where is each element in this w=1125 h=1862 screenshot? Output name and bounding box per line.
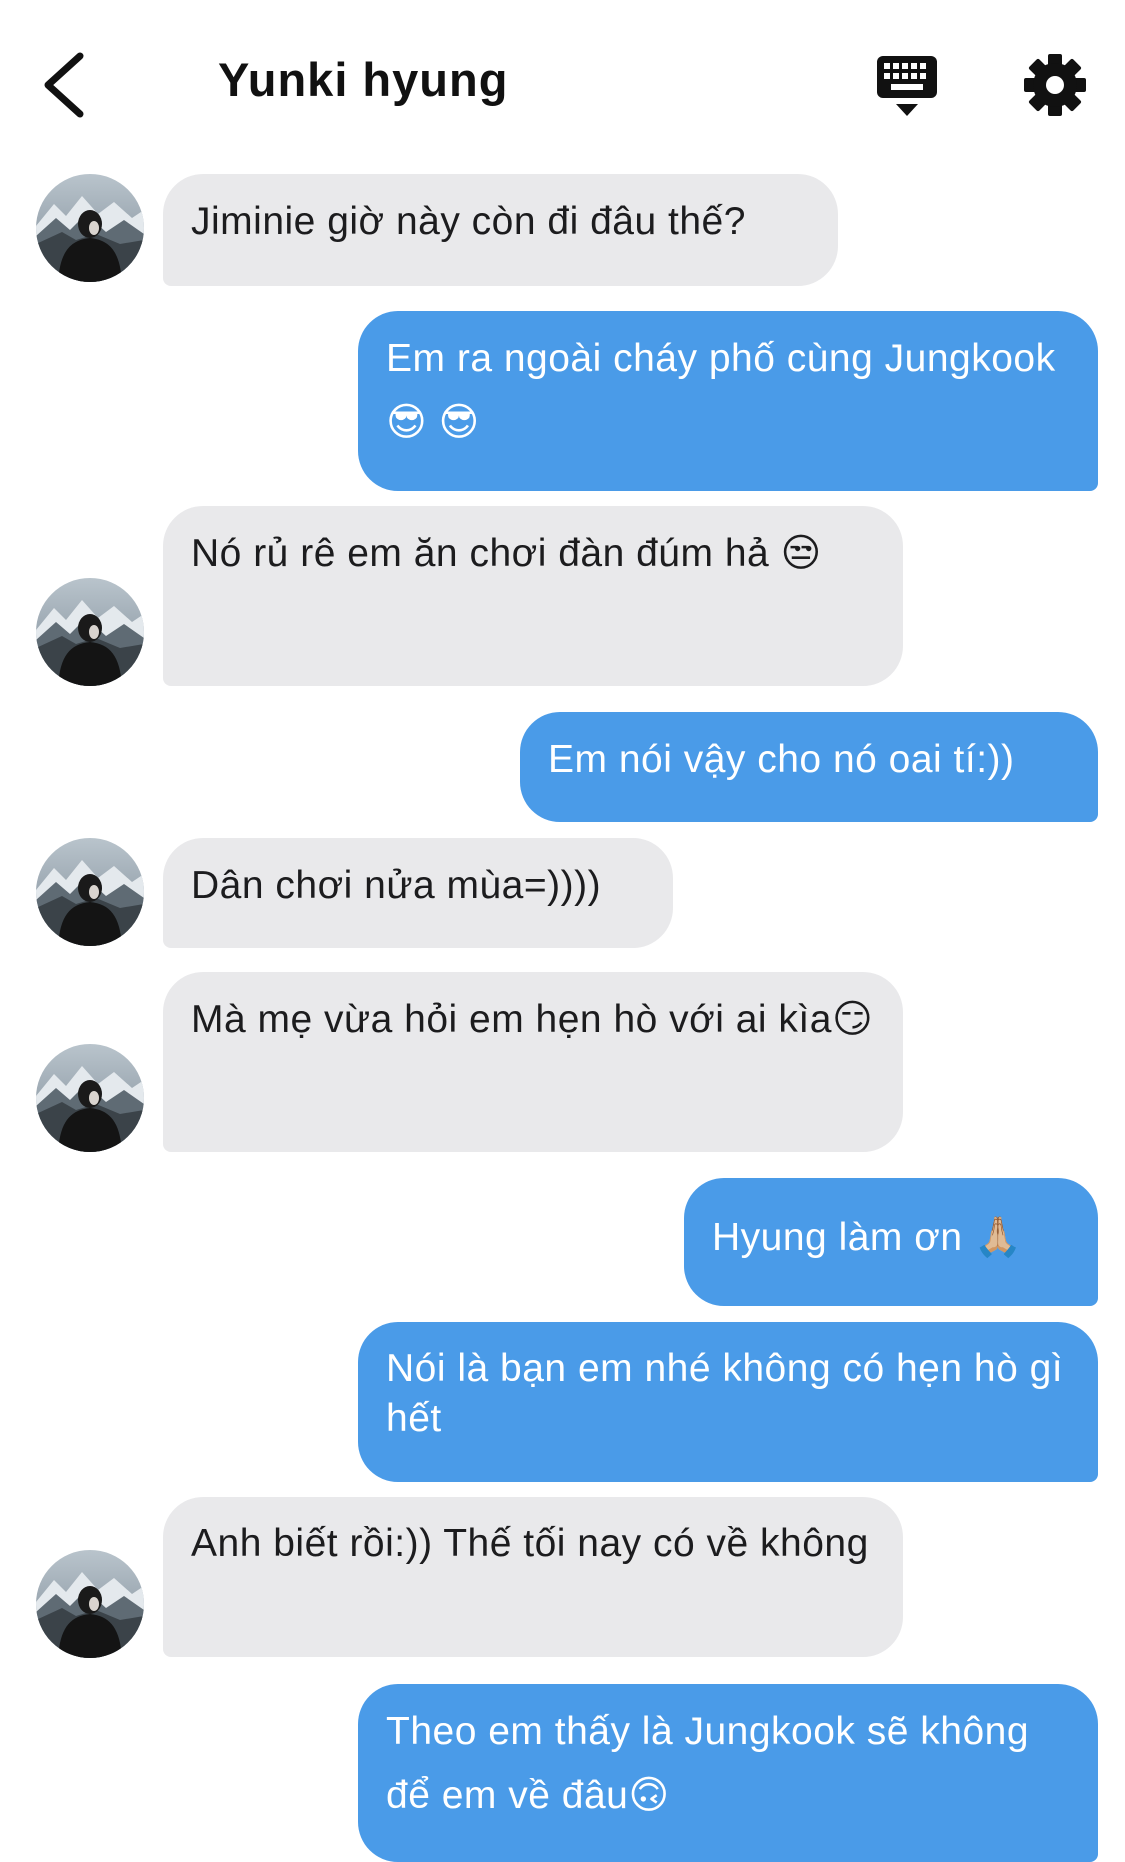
contact-avatar[interactable]	[36, 578, 144, 686]
incoming-message-bubble: Jiminie giờ này còn đi đâu thế?	[163, 174, 838, 286]
outgoing-message-bubble: Hyung làm ơn 🙏🏼	[684, 1178, 1098, 1306]
incoming-message-bubble: Anh biết rồi:)) Thế tối nay có về không	[163, 1497, 903, 1657]
chat-header: Yunki hyung	[0, 0, 1125, 165]
incoming-message-bubble: Dân chơi nửa mùa=))))	[163, 838, 673, 948]
chevron-left-icon	[44, 52, 84, 118]
outgoing-message-bubble: Em nói vậy cho nó oai tí:))	[520, 712, 1098, 822]
conversation-title: Yunki hyung	[218, 53, 509, 106]
outgoing-message-bubble: Em ra ngoài cháy phố cùng Jungkook😎 😎	[358, 311, 1098, 491]
contact-avatar[interactable]	[36, 1044, 144, 1152]
outgoing-message-bubble: Theo em thấy là Jungkook sẽ không để em …	[358, 1684, 1098, 1862]
contact-avatar[interactable]	[36, 838, 144, 946]
gear-icon	[1024, 54, 1086, 116]
incoming-message-bubble: Nó rủ rê em ăn chơi đàn đúm hả 😒	[163, 506, 903, 686]
settings-button[interactable]	[1023, 53, 1087, 117]
contact-avatar[interactable]	[36, 1550, 144, 1658]
outgoing-message-bubble: Nói là bạn em nhé không có hẹn hò gì hết	[358, 1322, 1098, 1482]
keyboard-toggle-button[interactable]	[874, 54, 940, 120]
keyboard-icon	[877, 56, 937, 116]
incoming-message-bubble: Mà mẹ vừa hỏi em hẹn hò với ai kìa😏	[163, 972, 903, 1152]
contact-avatar[interactable]	[36, 174, 144, 282]
back-button[interactable]	[38, 50, 98, 120]
